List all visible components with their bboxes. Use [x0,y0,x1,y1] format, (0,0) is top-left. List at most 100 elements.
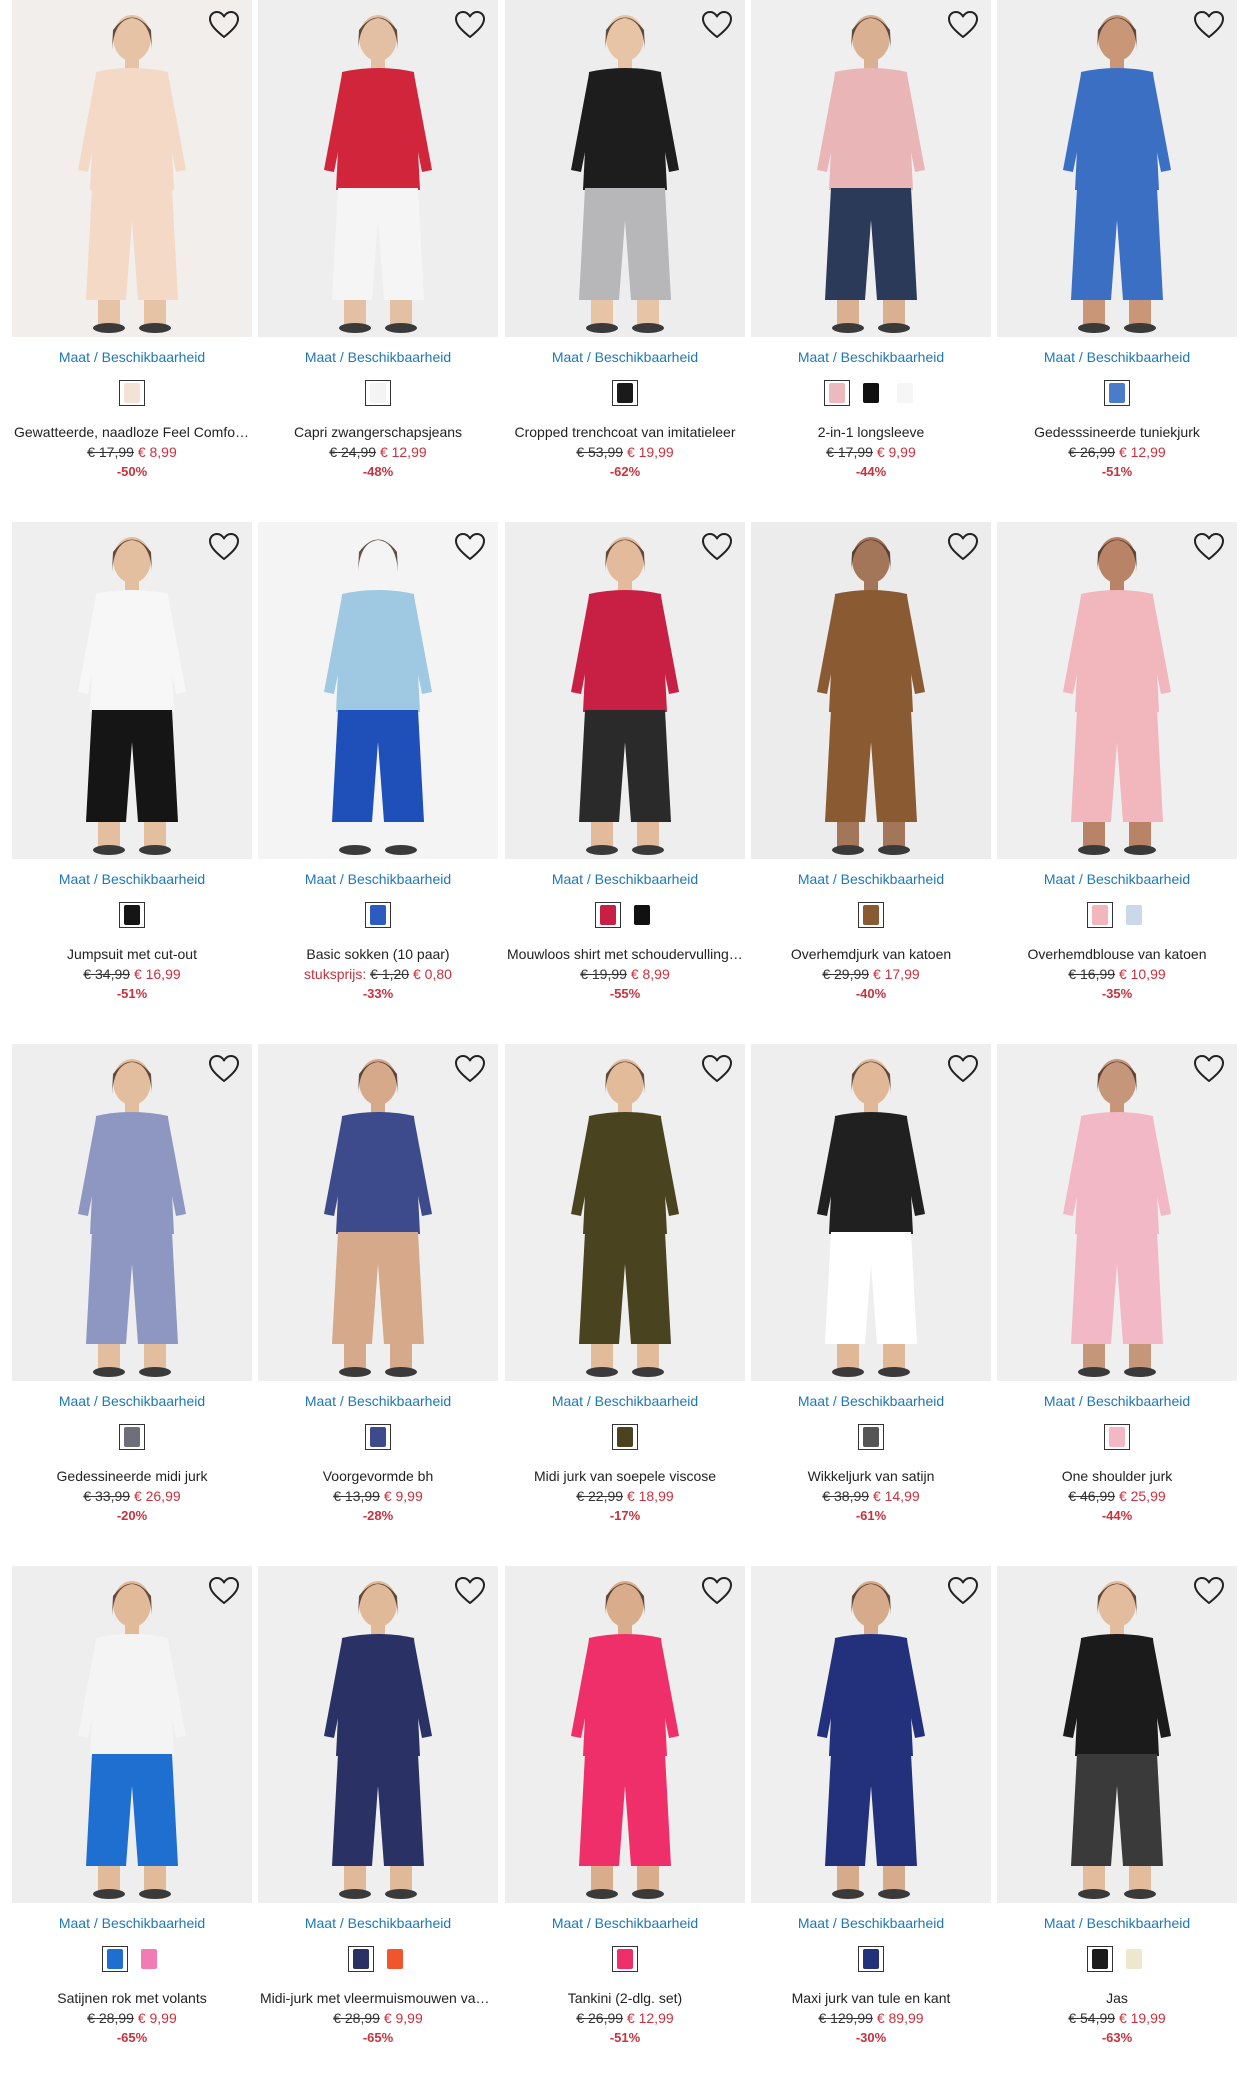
size-availability-link[interactable]: Maat / Beschikbaarheid [997,1393,1237,1409]
color-swatch[interactable] [1087,902,1113,928]
product-card[interactable]: Maat / Beschikbaarheid Midi jurk van soep… [505,1044,745,1544]
size-availability-link[interactable]: Maat / Beschikbaarheid [258,871,498,887]
color-swatch[interactable] [1104,380,1130,406]
color-swatch[interactable] [382,1946,408,1972]
color-swatch[interactable] [365,902,391,928]
wishlist-heart-icon[interactable] [454,1054,486,1084]
color-swatch[interactable] [1087,1946,1113,1972]
product-image[interactable] [12,522,252,859]
wishlist-heart-icon[interactable] [1193,532,1225,562]
color-swatch[interactable] [1121,902,1147,928]
size-availability-link[interactable]: Maat / Beschikbaarheid [505,1393,745,1409]
size-availability-link[interactable]: Maat / Beschikbaarheid [505,349,745,365]
product-card[interactable]: Maat / Beschikbaarheid Overhemdjurk van k… [751,522,991,1022]
color-swatch[interactable] [1104,1424,1130,1450]
product-card[interactable]: Maat / Beschikbaarheid One shoulder jurk €… [997,1044,1237,1544]
product-name[interactable]: Basic sokken (10 paar) [258,946,498,962]
product-name[interactable]: Overhemdblouse van katoen [997,946,1237,962]
product-card[interactable]: Maat / Beschikbaarheid 2-in-1 longsleeve €… [751,0,991,500]
color-swatch[interactable] [119,902,145,928]
product-image[interactable] [258,1044,498,1381]
color-swatch[interactable] [1121,1946,1147,1972]
size-availability-link[interactable]: Maat / Beschikbaarheid [505,871,745,887]
product-image[interactable] [505,1044,745,1381]
color-swatch[interactable] [629,902,655,928]
product-image[interactable] [997,1044,1237,1381]
product-card[interactable]: Maat / Beschikbaarheid Tankini (2-dlg. se… [505,1566,745,2066]
color-swatch[interactable] [892,380,918,406]
product-card[interactable]: Maat / Beschikbaarheid Gedessineerde midi… [12,1044,252,1544]
product-card[interactable]: Maat / Beschikbaarheid Gewatteerde, naadl… [12,0,252,500]
wishlist-heart-icon[interactable] [208,1576,240,1606]
product-card[interactable]: Maat / Beschikbaarheid Mouwloos shirt met… [505,522,745,1022]
wishlist-heart-icon[interactable] [1193,1576,1225,1606]
product-name[interactable]: 2-in-1 longsleeve [751,424,991,440]
product-name[interactable]: One shoulder jurk [997,1468,1237,1484]
product-card[interactable]: Maat / Beschikbaarheid Midi-jurk met vlee… [258,1566,498,2066]
wishlist-heart-icon[interactable] [947,10,979,40]
product-image[interactable] [258,522,498,859]
product-image[interactable] [751,1566,991,1903]
size-availability-link[interactable]: Maat / Beschikbaarheid [751,1393,991,1409]
product-name[interactable]: Gedesssineerde tuniekjurk [997,424,1237,440]
product-name[interactable]: Gewatteerde, naadloze Feel Comfort slip [12,424,252,440]
product-name[interactable]: Overhemdjurk van katoen [751,946,991,962]
wishlist-heart-icon[interactable] [454,1576,486,1606]
product-image[interactable] [258,0,498,337]
product-card[interactable]: Maat / Beschikbaarheid Overhemdblouse van… [997,522,1237,1022]
product-name[interactable]: Mouwloos shirt met schoudervullingen [505,946,745,962]
size-availability-link[interactable]: Maat / Beschikbaarheid [12,349,252,365]
size-availability-link[interactable]: Maat / Beschikbaarheid [751,1915,991,1931]
size-availability-link[interactable]: Maat / Beschikbaarheid [505,1915,745,1931]
wishlist-heart-icon[interactable] [947,1054,979,1084]
product-name[interactable]: Satijnen rok met volants [12,1990,252,2006]
color-swatch[interactable] [102,1946,128,1972]
size-availability-link[interactable]: Maat / Beschikbaarheid [258,1915,498,1931]
color-swatch[interactable] [824,380,850,406]
product-image[interactable] [505,0,745,337]
color-swatch[interactable] [136,1946,162,1972]
product-name[interactable]: Tankini (2-dlg. set) [505,1990,745,2006]
product-image[interactable] [258,1566,498,1903]
product-name[interactable]: Jas [997,1990,1237,2006]
product-card[interactable]: Maat / Beschikbaarheid Voorgevormde bh € 1… [258,1044,498,1544]
color-swatch[interactable] [612,1424,638,1450]
wishlist-heart-icon[interactable] [701,532,733,562]
product-name[interactable]: Cropped trenchcoat van imitatieleer [505,424,745,440]
product-card[interactable]: Maat / Beschikbaarheid Satijnen rok met v… [12,1566,252,2066]
wishlist-heart-icon[interactable] [701,10,733,40]
product-image[interactable] [505,522,745,859]
product-card[interactable]: Maat / Beschikbaarheid Cropped trenchcoat… [505,0,745,500]
wishlist-heart-icon[interactable] [701,1576,733,1606]
size-availability-link[interactable]: Maat / Beschikbaarheid [751,871,991,887]
product-image[interactable] [997,522,1237,859]
product-name[interactable]: Voorgevormde bh [258,1468,498,1484]
product-name[interactable]: Gedessineerde midi jurk [12,1468,252,1484]
wishlist-heart-icon[interactable] [208,10,240,40]
color-swatch[interactable] [119,380,145,406]
product-name[interactable]: Midi-jurk met vleermuismouwen van satijn [258,1990,498,2006]
product-name[interactable]: Capri zwangerschapsjeans [258,424,498,440]
wishlist-heart-icon[interactable] [1193,1054,1225,1084]
product-card[interactable]: Maat / Beschikbaarheid Basic sokken (10 p… [258,522,498,1022]
product-name[interactable]: Maxi jurk van tule en kant [751,1990,991,2006]
product-card[interactable]: Maat / Beschikbaarheid Wikkeljurk van sat… [751,1044,991,1544]
product-card[interactable]: Maat / Beschikbaarheid Jumpsuit met cut-o… [12,522,252,1022]
size-availability-link[interactable]: Maat / Beschikbaarheid [997,871,1237,887]
wishlist-heart-icon[interactable] [454,10,486,40]
size-availability-link[interactable]: Maat / Beschikbaarheid [12,1915,252,1931]
color-swatch[interactable] [119,1424,145,1450]
wishlist-heart-icon[interactable] [701,1054,733,1084]
product-name[interactable]: Jumpsuit met cut-out [12,946,252,962]
product-card[interactable]: Maat / Beschikbaarheid Maxi jurk van tule… [751,1566,991,2066]
wishlist-heart-icon[interactable] [454,532,486,562]
product-image[interactable] [12,1566,252,1903]
wishlist-heart-icon[interactable] [947,1576,979,1606]
color-swatch[interactable] [348,1946,374,1972]
color-swatch[interactable] [858,380,884,406]
product-image[interactable] [505,1566,745,1903]
size-availability-link[interactable]: Maat / Beschikbaarheid [12,1393,252,1409]
color-swatch[interactable] [365,1424,391,1450]
color-swatch[interactable] [858,1946,884,1972]
product-image[interactable] [751,0,991,337]
